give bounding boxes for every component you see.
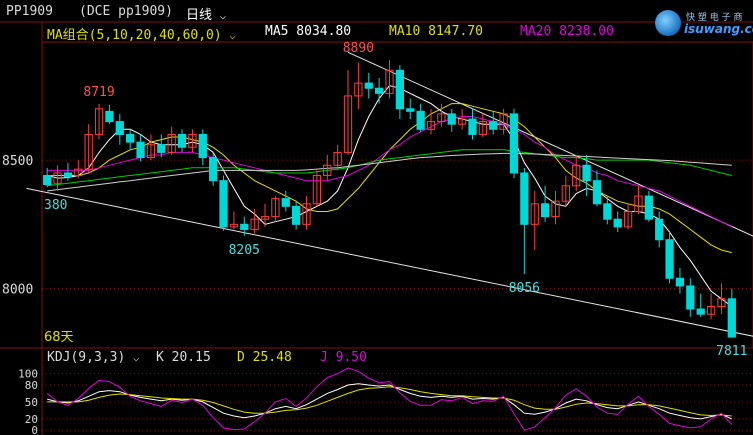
period-dropdown[interactable]: 日线 ⌵ bbox=[186, 4, 226, 23]
kdj-selector[interactable]: KDJ(9,3,3) ⌵ bbox=[47, 350, 139, 365]
candle-body bbox=[63, 172, 73, 178]
ma20-value: MA20 8238.00 bbox=[520, 24, 614, 39]
y-tick-label: 8000 bbox=[2, 283, 33, 298]
candle-body bbox=[292, 205, 301, 225]
kdj-tick-label: 80 bbox=[25, 379, 38, 392]
candle-body bbox=[126, 133, 135, 143]
candle-body bbox=[592, 180, 602, 205]
logo-en-text: isuwang.com bbox=[684, 22, 753, 36]
candle-body bbox=[447, 113, 456, 125]
candle-body bbox=[115, 121, 124, 135]
kdj-line-k bbox=[47, 383, 733, 420]
kdj-legend-bar: KDJ(9,3,3) ⌵ K 20.15 D 25.48 J 9.50 bbox=[0, 348, 753, 368]
price-annotation: 8056 bbox=[509, 281, 540, 296]
chevron-down-icon: ⌵ bbox=[133, 353, 140, 364]
candle-body bbox=[520, 172, 529, 225]
ma5-value: MA5 8034.80 bbox=[265, 24, 352, 39]
candle-body bbox=[281, 198, 290, 207]
candle-body bbox=[136, 141, 145, 159]
chart-header: PP1909 (DCE pp1909) 日线 ⌵ bbox=[0, 0, 753, 23]
chevron-down-icon: ⌵ bbox=[229, 31, 236, 42]
candlestick-layer bbox=[43, 59, 736, 338]
symbol-label: PP1909 bbox=[6, 4, 53, 19]
candle-body bbox=[675, 277, 685, 287]
kdj-label: KDJ(9,3,3) bbox=[47, 350, 126, 365]
price-annotation: 8205 bbox=[229, 243, 260, 258]
kdj-indicator-layer bbox=[46, 367, 733, 431]
chart-canvas: 800085001008050200 871988903808205805678… bbox=[0, 21, 753, 435]
candle-body bbox=[727, 298, 736, 338]
candle-body bbox=[105, 110, 114, 123]
ma-combo-label: MA组合(5,10,20,40,60,0) bbox=[47, 28, 222, 43]
candle-body bbox=[209, 157, 218, 182]
ma10-value: MA10 8147.70 bbox=[389, 24, 483, 39]
trendline-lower bbox=[26, 187, 753, 337]
candle-body bbox=[582, 164, 591, 182]
candle-body bbox=[509, 113, 519, 174]
price-annotation: 380 bbox=[44, 198, 67, 213]
candle-body bbox=[416, 110, 425, 130]
candle-body bbox=[177, 133, 187, 148]
price-annotation: 8719 bbox=[83, 85, 114, 100]
candle-body bbox=[686, 285, 695, 310]
exchange-code-label: (DCE pp1909) bbox=[79, 4, 173, 19]
candle-body bbox=[468, 118, 477, 135]
ma-combo-selector[interactable]: MA组合(5,10,20,40,60,0) ⌵ bbox=[47, 24, 236, 43]
candle-body bbox=[219, 180, 228, 228]
ma-line-ma5 bbox=[47, 85, 733, 307]
candle-body bbox=[696, 308, 705, 315]
ma-legend-bar: MA组合(5,10,20,40,60,0) ⌵ MA5 8034.80 MA10… bbox=[0, 22, 753, 43]
candle-body bbox=[43, 175, 52, 186]
isuwang-logo: 快 塑 电 子 商 isuwang.com bbox=[653, 8, 753, 42]
kdj-line-d bbox=[47, 386, 732, 417]
kdj-j-value: J 9.50 bbox=[320, 350, 367, 365]
candle-body bbox=[406, 108, 415, 112]
period-label: 日线 bbox=[186, 8, 213, 23]
candle-body bbox=[655, 218, 664, 241]
chevron-down-icon: ⌵ bbox=[219, 11, 226, 22]
day-count-label: 68天 bbox=[44, 330, 74, 345]
price-annotation: 8890 bbox=[343, 41, 374, 56]
candle-body bbox=[613, 218, 622, 228]
y-tick-label: 8500 bbox=[2, 154, 33, 169]
ma-line-ma20 bbox=[47, 116, 733, 228]
candle-body bbox=[644, 195, 653, 220]
kdj-d-value: D 25.48 bbox=[237, 350, 292, 365]
candle-body bbox=[364, 82, 373, 89]
candle-body bbox=[540, 203, 550, 218]
kdj-k-value: K 20.15 bbox=[156, 350, 211, 365]
moving-average-layer bbox=[47, 85, 733, 307]
kdj-tick-label: 50 bbox=[25, 396, 38, 409]
logo-globe-icon bbox=[655, 10, 681, 36]
candle-body bbox=[198, 133, 207, 159]
candle-body bbox=[665, 239, 674, 279]
candle-body bbox=[157, 144, 166, 153]
candle-body bbox=[374, 87, 384, 94]
candle-body bbox=[395, 69, 405, 110]
kdj-tick-label: 0 bbox=[31, 424, 38, 435]
candle-body bbox=[240, 223, 249, 230]
candle-body bbox=[603, 203, 612, 220]
candle-body bbox=[489, 121, 498, 130]
